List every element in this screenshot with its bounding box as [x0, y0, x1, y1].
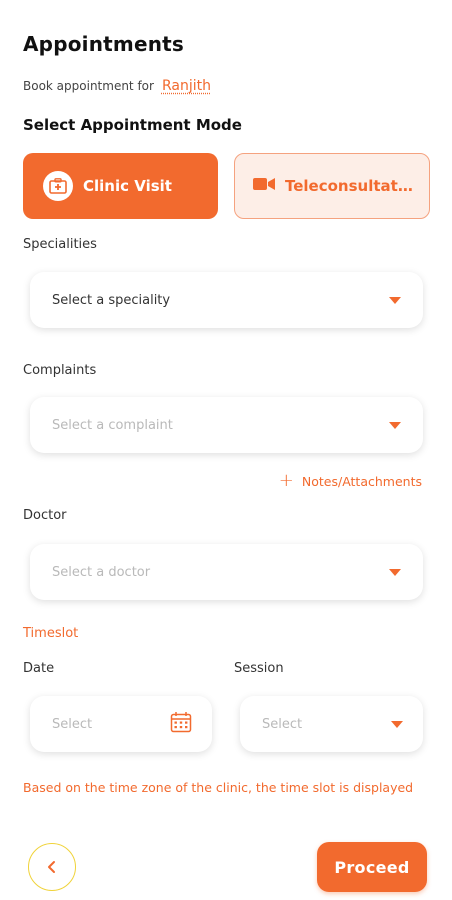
speciality-select-value: Select a speciality: [52, 292, 171, 308]
complaint-select-placeholder: Select a complaint: [52, 417, 173, 433]
clinic-visit-label: Clinic Visit: [83, 177, 172, 195]
patient-name-link[interactable]: Ranjith: [162, 78, 211, 94]
doctor-label: Doctor: [23, 508, 67, 523]
calendar-icon[interactable]: [170, 711, 192, 737]
specialities-label: Specialities: [23, 237, 97, 252]
doctor-select[interactable]: Select a doctor: [30, 544, 423, 600]
date-label: Date: [23, 661, 55, 676]
notes-attachments-label: Notes/Attachments: [301, 473, 422, 489]
page-title: Appointments: [23, 32, 185, 56]
chevron-left-icon: [48, 861, 55, 873]
timezone-note: Based on the time zone of the clinic, th…: [23, 780, 414, 795]
chevron-down-icon: [389, 421, 401, 429]
chevron-down-icon: [389, 568, 401, 576]
complaint-select[interactable]: Select a complaint: [30, 397, 423, 453]
date-picker[interactable]: Select: [30, 696, 212, 752]
complaints-label: Complaints: [23, 363, 97, 378]
book-for-label: Book appointment for: [23, 79, 154, 93]
date-picker-placeholder: Select: [52, 716, 93, 732]
teleconsultation-label: Teleconsultati...: [285, 177, 417, 195]
clinic-icon: [43, 171, 73, 201]
plus-icon: +: [278, 470, 294, 491]
teleconsultation-button[interactable]: Teleconsultati...: [234, 153, 430, 219]
chevron-down-icon: [389, 296, 401, 304]
mode-heading: Select Appointment Mode: [23, 116, 242, 134]
session-select-placeholder: Select: [262, 716, 303, 732]
clinic-visit-button[interactable]: Clinic Visit: [23, 153, 218, 219]
proceed-button[interactable]: Proceed: [317, 842, 427, 892]
video-camera-icon: [253, 177, 275, 195]
speciality-select[interactable]: Select a speciality: [30, 272, 423, 328]
notes-attachments-link[interactable]: + Notes/Attachments: [279, 472, 422, 490]
book-for-row: Book appointment for Ranjith: [23, 78, 211, 94]
session-label: Session: [234, 661, 284, 676]
doctor-select-placeholder: Select a doctor: [52, 564, 151, 580]
chevron-down-icon: [391, 720, 403, 728]
back-button[interactable]: [28, 843, 76, 891]
session-select[interactable]: Select: [240, 696, 423, 752]
timeslot-heading: Timeslot: [23, 626, 79, 641]
